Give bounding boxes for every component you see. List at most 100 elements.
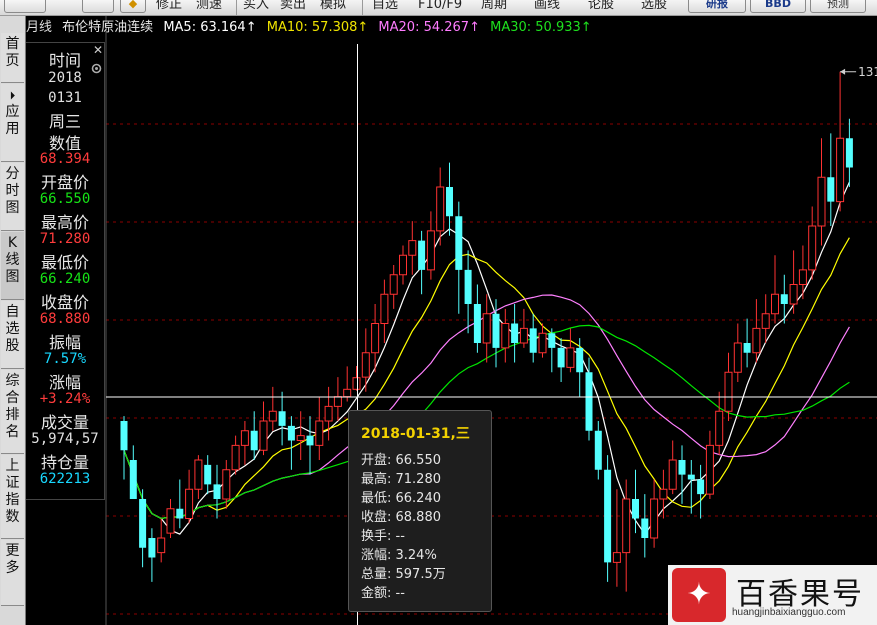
toolbar-item-watchlist[interactable]: 自选 (372, 0, 398, 13)
volume-label: 成交量 (40, 413, 89, 432)
candle-body (204, 464, 212, 485)
candle-body (798, 269, 807, 285)
toolbar-item-draw-line[interactable]: 画线 (534, 0, 560, 13)
candle-body (296, 435, 305, 441)
bbd-button[interactable]: BBD (750, 0, 806, 13)
candle-body (678, 460, 686, 475)
candle-body (705, 444, 714, 495)
candle-body (222, 469, 231, 500)
candle-body (789, 284, 798, 305)
candle-body (585, 372, 593, 431)
candle-body (501, 323, 510, 349)
candle-body (632, 499, 639, 519)
candle-body (213, 484, 221, 499)
candle-body (399, 254, 407, 276)
candle-body (845, 138, 853, 168)
toolbar-item-stock-picker[interactable]: 选股 (641, 0, 667, 13)
candle-body (771, 293, 779, 315)
candle-body (697, 479, 705, 495)
tab-shanghai-index[interactable]: 上证指数 (1, 455, 24, 539)
candle-body (315, 420, 324, 446)
toolbar-item-buy[interactable]: 买入 (243, 0, 269, 13)
candle-body (231, 444, 240, 471)
toolbar-item-sell[interactable]: 卖出 (280, 0, 306, 13)
candle-body (641, 518, 649, 538)
peak-marker: 131.640 (840, 65, 877, 79)
toolbar-item-forum[interactable]: 论股 (588, 0, 614, 13)
low-label: 最低价 (40, 253, 89, 272)
toolbar-item-simulate[interactable]: 模拟 (320, 0, 346, 13)
open-value: 66.550 (39, 191, 91, 207)
volume-value: 5,974,57 (31, 431, 99, 447)
ma20-value: MA20: 54.267↑ (378, 20, 480, 35)
tooltip-high: 最高: 71.280 (361, 472, 441, 487)
toolbar-item-edit[interactable]: 修正 (156, 0, 182, 13)
candle-body (389, 274, 398, 295)
candle-body (752, 327, 761, 354)
candle-body (733, 342, 742, 373)
candle-body (743, 343, 751, 353)
candle-body (157, 537, 166, 554)
research-report-button[interactable]: 研报 (688, 0, 746, 13)
candle-body (622, 498, 631, 554)
tooltip-open: 开盘: 66.550 (361, 453, 441, 468)
left-tab-bar: 首页 ⏵ 应用 分时图 K线图 自选股 综合排名 上证指数 更多 (0, 16, 26, 625)
change-value: +3.24% (39, 391, 91, 407)
tab-watchlist[interactable]: 自选股 (1, 301, 24, 369)
tab-apps[interactable]: ⏵ 应用 (1, 84, 24, 162)
time-weekday: 周三 (48, 112, 81, 131)
candle-body (240, 430, 249, 446)
candle-body (418, 240, 426, 270)
tooltip-low: 最低: 66.240 (361, 491, 441, 506)
ma30-value: MA30: 50.933↑ (490, 20, 592, 35)
amplitude-label: 振幅 (48, 333, 81, 352)
candle-body (715, 410, 724, 446)
open-interest-value: 622213 (39, 471, 91, 487)
candle-body (650, 498, 659, 539)
candle-body (492, 313, 500, 348)
value: 68.394 (39, 151, 91, 167)
candle-body (333, 396, 342, 407)
diamond-icon[interactable]: ◆ (120, 0, 146, 13)
candle-body (473, 304, 481, 343)
time-label: 时间 (48, 51, 81, 70)
tab-ranking[interactable]: 综合排名 (1, 370, 24, 454)
change-label: 涨幅 (48, 373, 81, 392)
candle-body (306, 435, 314, 446)
candle-body (352, 377, 361, 390)
candle-body (343, 388, 352, 398)
amplitude-value: 7.57% (43, 351, 87, 367)
candle-body (148, 538, 156, 558)
ma10-value: MA10: 57.308↑ (266, 20, 369, 35)
period-label[interactable]: 月线 (26, 20, 52, 35)
toolbar-left-button[interactable] (4, 0, 46, 13)
toolbar-item-f10[interactable]: F10/F9 (418, 0, 462, 13)
open-label: 开盘价 (40, 173, 89, 192)
tooltip-amount: 金额: -- (361, 586, 405, 601)
candle-body (361, 352, 370, 378)
watermark-logo: ✦ 百香果号 huangjinbaixiangguo.com (668, 565, 877, 625)
forecast-button[interactable]: 预测 (810, 0, 866, 13)
tab-intraday[interactable]: 分时图 (1, 163, 24, 231)
candle-body (817, 176, 826, 227)
toolbar-item-speed-test[interactable]: 测速 (196, 0, 222, 13)
candle-body (612, 552, 621, 563)
tooltip-volume: 总量: 597.5万 (361, 567, 446, 582)
candle-body (446, 187, 453, 217)
tab-more[interactable]: 更多 (1, 540, 24, 606)
candle-body (827, 177, 835, 202)
candle-body (324, 405, 333, 422)
close-label: 收盘价 (40, 293, 89, 312)
tab-kline[interactable]: K线图 (1, 232, 24, 300)
tooltip-date: 2018-01-31,三 (361, 426, 470, 442)
candle-body (426, 230, 435, 271)
candle-body (371, 323, 380, 354)
peak-arrow-head (840, 68, 846, 75)
low-value: 66.240 (39, 271, 91, 287)
toolbar-back-button[interactable] (82, 0, 114, 13)
toolbar-item-period[interactable]: 周期 (481, 0, 507, 13)
candle-body (455, 216, 463, 270)
top-toolbar: ◆ 修正 测速 买入 卖出 模拟 自选 F10/F9 周期 画线 论股 选股 研… (0, 0, 877, 16)
tab-home[interactable]: 首页 (1, 33, 24, 83)
close-value: 68.880 (39, 311, 91, 327)
